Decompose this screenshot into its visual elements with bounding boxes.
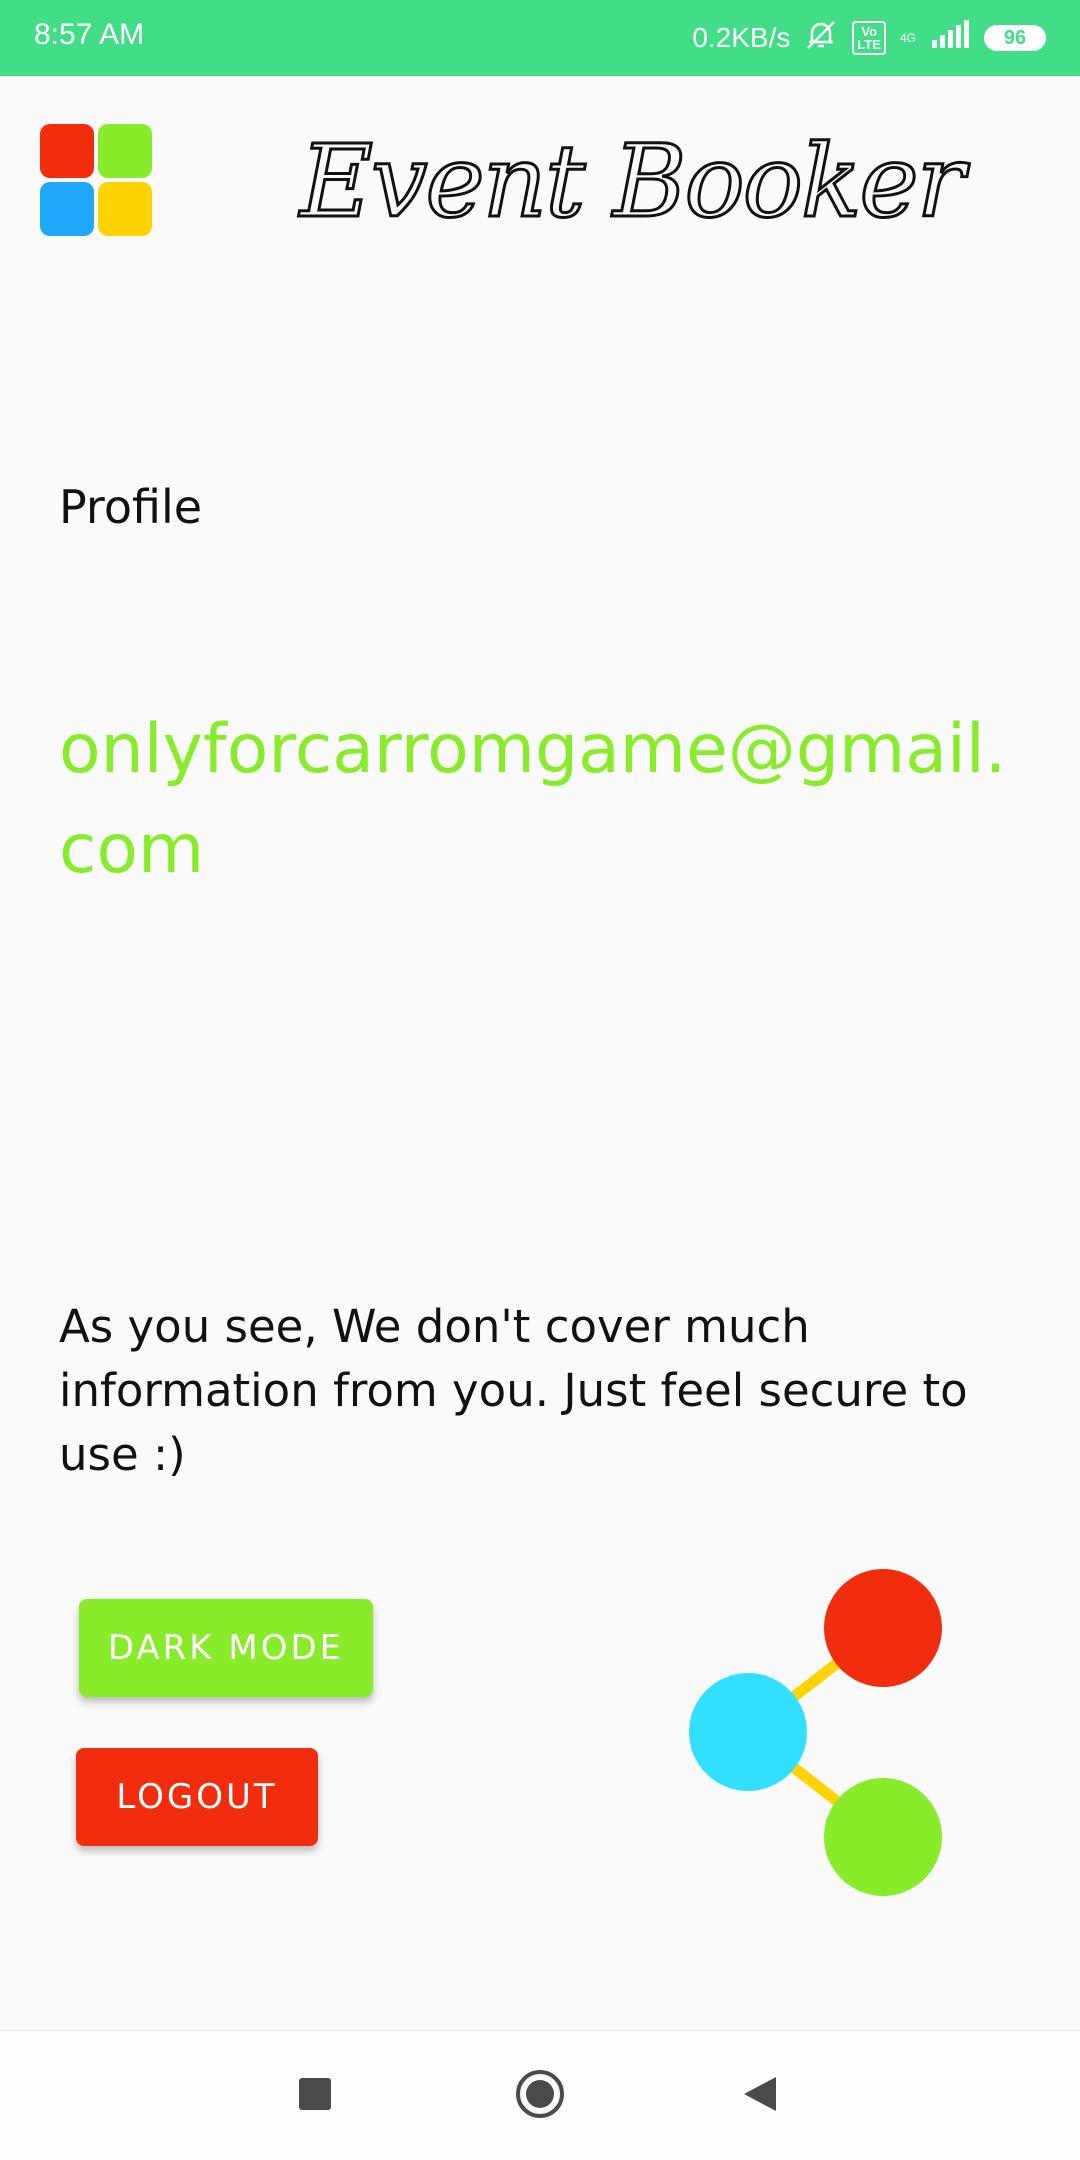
logo-tile-yellow: [98, 182, 152, 236]
user-email: onlyforcarromgame@gmail.com: [59, 710, 1007, 889]
nav-recents-button[interactable]: [285, 2066, 345, 2126]
volte-badge: Vo LTE: [852, 21, 886, 55]
triangle-back-icon: [742, 2075, 778, 2117]
app-logo: [40, 124, 154, 238]
share-icon[interactable]: [680, 1560, 960, 1900]
battery-indicator: 96: [984, 25, 1046, 51]
circle-icon: [514, 2068, 566, 2124]
status-bar: 8:57 AM 0.2KB/s Vo LTE 4G 96: [0, 0, 1080, 76]
square-icon: [298, 2077, 332, 2115]
nav-back-button[interactable]: [730, 2066, 790, 2126]
dark-mode-button[interactable]: DARK MODE: [79, 1599, 373, 1697]
profile-screen: 8:57 AM 0.2KB/s Vo LTE 4G 96 Event Booker…: [0, 0, 1080, 2160]
nav-home-button[interactable]: [510, 2066, 570, 2126]
logo-tile-blue: [40, 182, 94, 236]
status-indicators: 0.2KB/s Vo LTE 4G 96: [692, 14, 1046, 62]
alarm-off-icon: [804, 18, 838, 59]
nav-bar: [0, 2030, 1080, 2160]
section-title: Profile: [59, 480, 203, 534]
app-title: Event Booker: [299, 122, 967, 242]
logout-button[interactable]: LOGOUT: [76, 1748, 318, 1846]
network-type: 4G: [899, 30, 916, 45]
logo-tile-green: [98, 124, 152, 178]
info-text: As you see, We don't cover much informat…: [59, 1300, 968, 1481]
logo-tile-red: [40, 124, 94, 178]
signal-icon: [930, 19, 970, 57]
status-time: 8:57 AM: [34, 18, 145, 51]
net-speed: 0.2KB/s: [692, 22, 791, 53]
